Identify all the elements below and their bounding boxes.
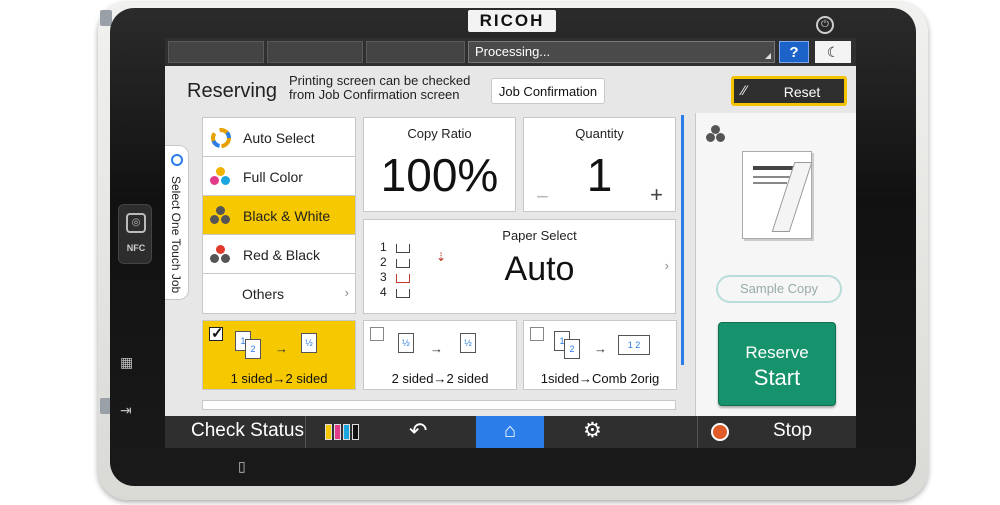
top-bar: Processing... ? ☾ xyxy=(165,38,856,66)
duplex-1-to-2-button[interactable]: 1 2 → ½ 1 sided→2 sided xyxy=(202,320,356,390)
tray-icon xyxy=(396,289,410,298)
status-message[interactable]: Processing... xyxy=(468,41,775,63)
page-icon: 2 xyxy=(245,339,261,359)
one-touch-label: Select One Touch Job xyxy=(169,176,183,294)
nfc-icon: ◎ xyxy=(126,213,146,233)
duplex-page-icon: ½ xyxy=(301,333,317,353)
scrollbar[interactable] xyxy=(681,115,684,365)
preview-line xyxy=(753,176,793,178)
status-text: Processing... xyxy=(475,44,551,59)
preview-line xyxy=(753,166,793,170)
paper-select-value: Auto xyxy=(504,250,575,288)
arrow-right-icon: → xyxy=(594,341,607,356)
expand-corner-icon xyxy=(765,53,771,59)
duplex-page-icon: ½ xyxy=(398,333,414,353)
job-confirmation-button[interactable]: Job Confirmation xyxy=(491,78,605,104)
screen: Processing... ? ☾ Reserving Printing scr… xyxy=(165,38,856,448)
paper-select-button[interactable]: 1 2 3 4 ⇣ Paper Select Auto › xyxy=(363,219,676,314)
color-item-label: Full Color xyxy=(243,169,303,185)
color-item-full-color[interactable]: Full Color xyxy=(203,157,355,196)
nfc-reader: ◎ NFC xyxy=(118,204,152,264)
quantity-title: Quantity xyxy=(575,126,624,141)
start-line-1: Reserve xyxy=(745,343,809,362)
color-item-others[interactable]: Others › xyxy=(203,274,355,313)
copy-ratio-value: 100% xyxy=(380,149,499,201)
arrow-right-icon: → xyxy=(430,341,443,356)
document-preview-icon xyxy=(742,151,813,239)
gear-icon[interactable]: ⚙ xyxy=(583,418,602,443)
back-icon[interactable]: ↶ xyxy=(409,418,427,444)
duplex-2-to-2-button[interactable]: ½ → ½ 2 sided→2 sided xyxy=(363,320,517,390)
stop-button[interactable]: Stop xyxy=(773,420,812,442)
nfc-label: NFC xyxy=(126,243,146,253)
color-item-label: Auto Select xyxy=(243,130,315,146)
checkbox-icon xyxy=(530,327,544,341)
divider xyxy=(697,416,698,448)
info-text: Printing screen can be checked from Job … xyxy=(289,73,471,102)
color-item-label: Black & White xyxy=(243,208,331,224)
one-touch-job-tab[interactable]: Select One Touch Job xyxy=(165,145,189,300)
others-label: Others xyxy=(241,286,284,302)
chevron-right-icon: › xyxy=(344,285,349,300)
data-in-icon: ▦ xyxy=(120,354,134,370)
duplex-label: 2 sided→2 sided xyxy=(391,371,489,386)
check-status-button[interactable]: Check Status xyxy=(191,420,304,442)
status-led-icon: ▯ xyxy=(238,458,246,474)
copy-ratio-button[interactable]: Copy Ratio 100% xyxy=(363,117,516,212)
sample-copy-button[interactable]: Sample Copy xyxy=(716,275,842,303)
duplex-combine-button[interactable]: 1 2 → 1 2 1sided→Comb 2orig xyxy=(523,320,677,390)
duplex-label: 1 sided→2 sided xyxy=(230,371,328,386)
reset-label: Reset xyxy=(783,84,821,100)
quantity-minus-button[interactable]: − xyxy=(536,184,549,210)
quantity-plus-button[interactable]: + xyxy=(650,182,663,208)
red-black-icon xyxy=(210,245,232,265)
toner-level-icon[interactable] xyxy=(325,424,361,440)
preview-panel: Sample Copy Reserve Start xyxy=(695,113,856,416)
color-item-auto-select[interactable]: Auto Select xyxy=(203,118,355,157)
combined-page-icon: 1 2 xyxy=(618,335,650,355)
color-item-black-white[interactable]: Black & White xyxy=(203,196,355,235)
clock-icon xyxy=(171,154,183,166)
help-button[interactable]: ? xyxy=(779,41,809,63)
brand-logo: RICOH xyxy=(468,10,556,32)
start-line-2: Start xyxy=(753,365,801,390)
home-icon[interactable]: ⌂ xyxy=(476,416,544,448)
login-icon: ⇥ xyxy=(120,402,132,418)
chevron-right-icon: › xyxy=(664,258,669,273)
duplex-label: 1sided→Comb 2orig xyxy=(540,371,660,386)
moon-icon[interactable]: ☾ xyxy=(815,41,851,63)
stop-icon[interactable] xyxy=(711,423,729,441)
reset-button[interactable]: ⁄⁄ Reset xyxy=(731,76,847,106)
device: RICOH ⏻ ◎ NFC ▦ ⇥ ▯ Processing... ? ☾ Re… xyxy=(0,0,1000,505)
top-bar-slot xyxy=(168,41,264,63)
more-options-row[interactable] xyxy=(202,400,676,410)
job-state-label: Reserving xyxy=(187,80,278,102)
page-icon: 2 xyxy=(564,339,580,359)
top-bar-slot xyxy=(267,41,363,63)
black-white-icon xyxy=(210,206,232,226)
copy-ratio-title: Copy Ratio xyxy=(407,126,472,141)
divider xyxy=(305,416,306,448)
full-color-icon xyxy=(210,167,232,187)
energy-saver-icon[interactable]: ⏻ xyxy=(816,16,834,34)
quantity-stepper[interactable]: Quantity 1 − + xyxy=(523,117,676,212)
reset-icon: ⁄⁄ xyxy=(742,82,747,98)
checkbox-checked-icon xyxy=(209,324,224,342)
top-bar-slot xyxy=(366,41,465,63)
color-item-label: Red & Black xyxy=(243,247,321,263)
auto-select-icon xyxy=(210,128,232,148)
reserve-start-button[interactable]: Reserve Start xyxy=(718,322,836,406)
duplex-page-icon: ½ xyxy=(460,333,476,353)
checkbox-icon xyxy=(370,327,384,341)
bottom-bar: Check Status ↶ ⌂ ⚙ Stop xyxy=(165,416,856,448)
color-mode-list: Auto Select Full Color Black & White Red… xyxy=(202,117,356,314)
arrow-right-icon: → xyxy=(275,341,288,356)
preview-line xyxy=(753,182,787,184)
page-curl-icon xyxy=(771,162,813,232)
paper-select-title: Paper Select xyxy=(502,228,577,243)
color-item-red-black[interactable]: Red & Black xyxy=(203,235,355,274)
